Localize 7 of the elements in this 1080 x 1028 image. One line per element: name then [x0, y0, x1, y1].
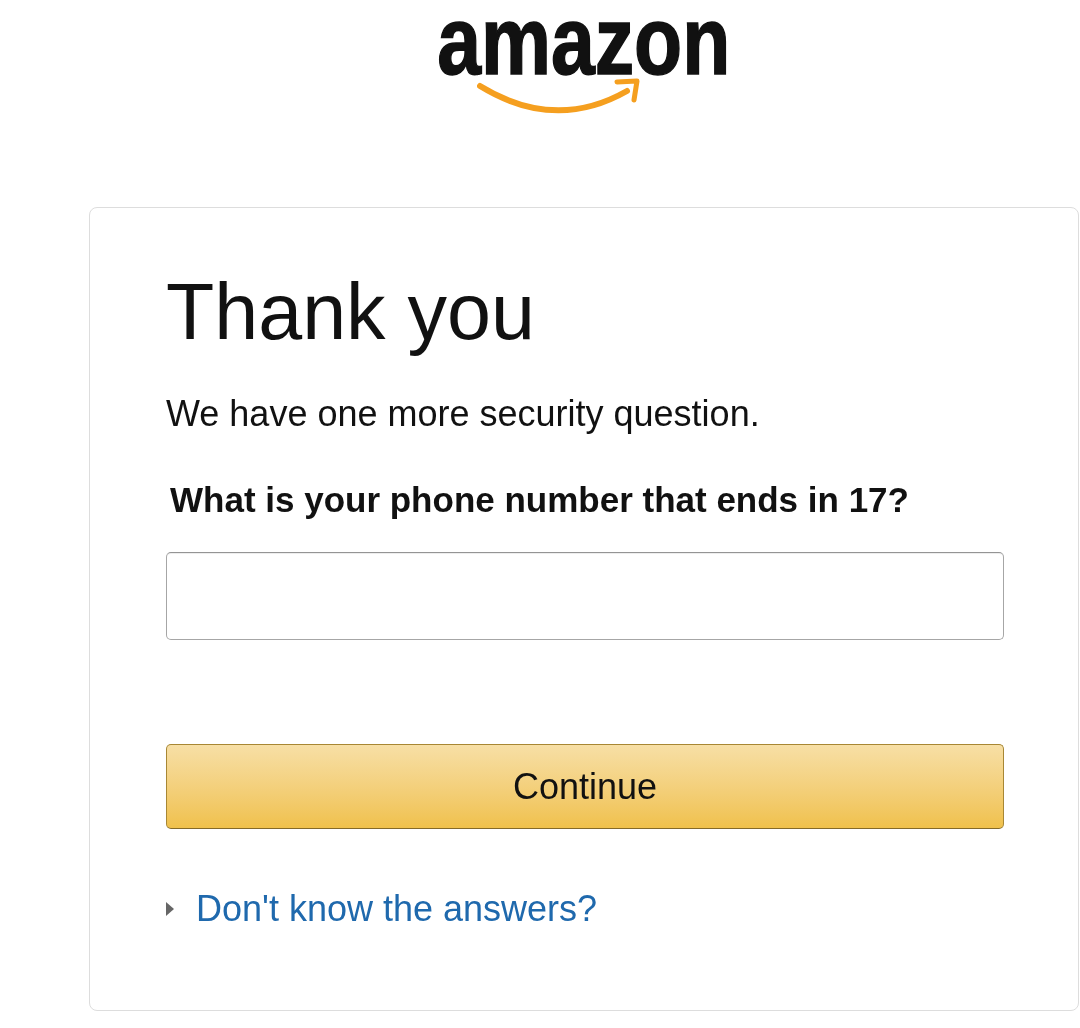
question-label: What is your phone number that ends in 17? [169, 479, 909, 521]
help-expander-link[interactable]: Don't know the answers? [166, 888, 598, 930]
continue-button[interactable]: Continue [166, 744, 1004, 830]
page-heading: Thank you [166, 266, 535, 358]
message-text: We have one more security question. [166, 393, 760, 435]
logo-link[interactable]: amazon [437, 0, 731, 114]
answer-field[interactable] [166, 552, 1004, 641]
